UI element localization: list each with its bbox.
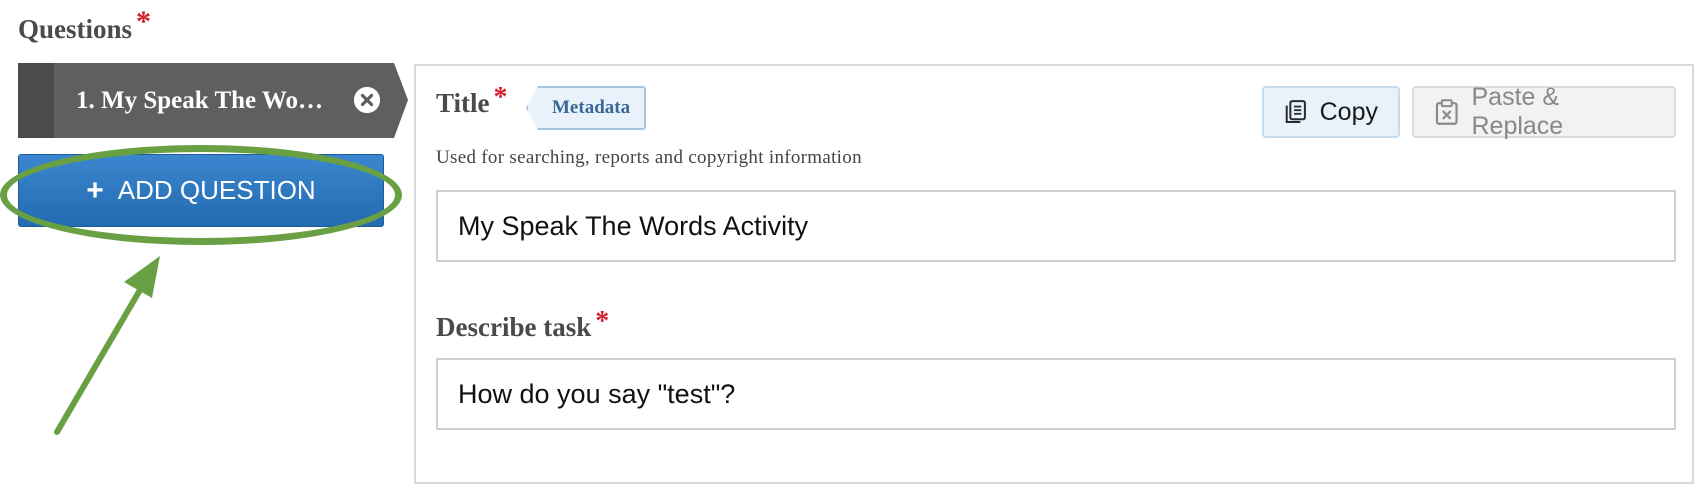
title-label: Title * [436,82,508,120]
describe-task-label: Describe task * [436,306,609,344]
metadata-button[interactable]: Metadata [526,86,647,130]
clipboard-icon [1435,99,1458,125]
title-description: Used for searching, reports and copyrigh… [436,147,862,168]
describe-task-input[interactable]: How do you say "test"? [436,358,1676,430]
title-label-text: Title [436,88,490,118]
copy-button[interactable]: Copy [1262,86,1400,138]
paste-replace-label: Paste & Replace [1471,83,1564,140]
describe-task-label-text: Describe task [436,312,592,342]
task-required-marker: * [595,306,610,337]
title-required-marker: * [493,82,508,113]
paste-replace-button[interactable]: Paste & Replace [1412,83,1676,140]
annotation-arrow [54,256,160,435]
copy-icon [1285,100,1306,123]
title-input[interactable]: My Speak The Words Activity [436,190,1676,262]
close-circle-icon[interactable] [354,87,380,113]
copy-label: Copy [1319,97,1378,126]
